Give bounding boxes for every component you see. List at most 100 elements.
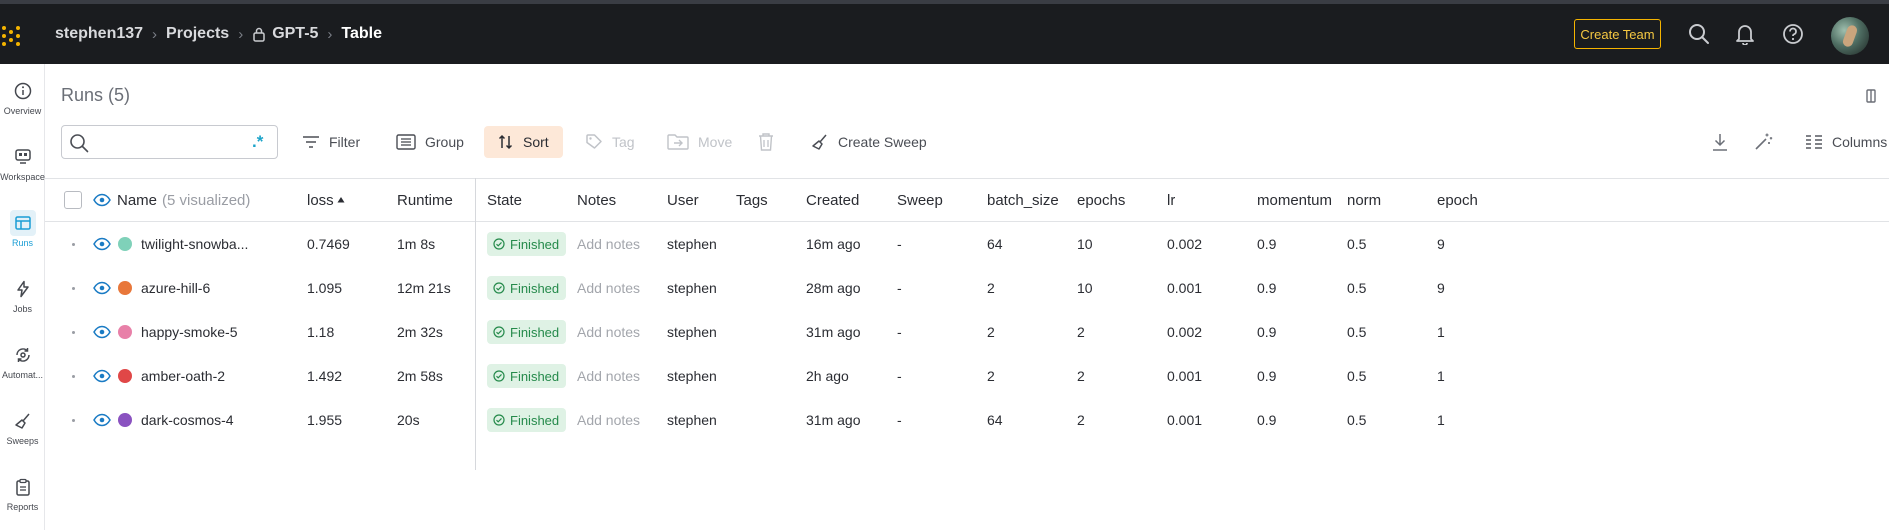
run-color-swatch[interactable] xyxy=(118,310,132,354)
cell-created: 16m ago xyxy=(806,236,861,252)
search-icon[interactable] xyxy=(1687,22,1711,46)
row-handle[interactable] xyxy=(72,331,75,334)
visibility-eye-icon[interactable] xyxy=(93,179,111,221)
column-header-created[interactable]: Created xyxy=(806,179,859,221)
table-row[interactable]: azure-hill-6 1.095 12m 21s Finished Add … xyxy=(45,266,1889,310)
delete-button[interactable] xyxy=(757,126,784,158)
row-handle[interactable] xyxy=(72,287,75,290)
table-row[interactable]: amber-oath-2 1.492 2m 58s Finished Add n… xyxy=(45,354,1889,398)
column-header-momentum[interactable]: momentum xyxy=(1257,179,1345,221)
column-header-name[interactable]: Name (5 visualized) xyxy=(117,179,250,221)
cell-user[interactable]: stephen xyxy=(667,310,716,354)
table-row[interactable]: happy-smoke-5 1.18 2m 32s Finished Add n… xyxy=(45,310,1889,354)
cell-lr: 0.001 xyxy=(1167,412,1203,428)
cell-loss: 1.955 xyxy=(307,412,343,428)
column-header-loss-label: loss xyxy=(307,191,334,209)
column-header-state[interactable]: State xyxy=(487,179,522,221)
visibility-eye-icon[interactable] xyxy=(93,354,111,398)
table-row[interactable]: twilight-snowba... 0.7469 1m 8s Finished… xyxy=(45,222,1889,266)
cell-momentum: 0.9 xyxy=(1257,236,1277,252)
run-name-link[interactable]: azure-hill-6 xyxy=(141,266,281,310)
create-team-button[interactable]: Create Team xyxy=(1574,19,1661,49)
column-header-user[interactable]: User xyxy=(667,179,699,221)
run-name-link[interactable]: amber-oath-2 xyxy=(141,354,281,398)
magic-wand-icon[interactable] xyxy=(1753,126,1773,158)
sidebar-item-runs[interactable]: Runs xyxy=(0,210,45,248)
sidebar-item-overview[interactable]: Overview xyxy=(0,78,45,116)
sidebar-item-label: Sweeps xyxy=(6,436,39,446)
row-handle[interactable] xyxy=(72,243,75,246)
sort-ascending-icon xyxy=(337,196,345,204)
cell-user[interactable]: stephen xyxy=(667,398,716,442)
column-header-epoch[interactable]: epoch xyxy=(1437,179,1478,221)
run-color-swatch[interactable] xyxy=(118,266,132,310)
cell-user[interactable]: stephen xyxy=(667,266,716,310)
cell-user[interactable]: stephen xyxy=(667,222,716,266)
broom-icon xyxy=(10,408,36,434)
column-header-notes[interactable]: Notes xyxy=(577,179,616,221)
sidebar-item-reports[interactable]: Reports xyxy=(0,474,45,512)
download-icon[interactable] xyxy=(1711,126,1729,158)
regex-toggle[interactable]: .* xyxy=(252,132,263,152)
breadcrumb-user[interactable]: stephen137 xyxy=(55,25,143,43)
column-header-runtime[interactable]: Runtime xyxy=(397,179,453,221)
filter-button[interactable]: Filter xyxy=(302,126,360,158)
sidebar-item-workspace[interactable]: Workspace xyxy=(0,144,45,182)
cell-epoch: 9 xyxy=(1437,236,1445,252)
group-button[interactable]: Group xyxy=(396,126,464,158)
cell-batch-size: 2 xyxy=(987,280,995,296)
select-all-checkbox[interactable] xyxy=(64,191,82,209)
cell-loss: 1.492 xyxy=(307,368,343,384)
table-row[interactable]: dark-cosmos-4 1.955 20s Finished Add not… xyxy=(45,398,1889,442)
run-name-link[interactable]: twilight-snowba... xyxy=(141,222,281,266)
breadcrumb-projects[interactable]: Projects xyxy=(166,25,229,43)
add-notes-field[interactable]: Add notes xyxy=(577,222,640,266)
run-color-swatch[interactable] xyxy=(118,354,132,398)
cell-runtime: 12m 21s xyxy=(397,280,451,296)
tag-button[interactable]: Tag xyxy=(585,126,635,158)
breadcrumb-project[interactable]: GPT-5 xyxy=(272,25,318,43)
run-name-link[interactable]: happy-smoke-5 xyxy=(141,310,281,354)
column-header-loss[interactable]: loss xyxy=(307,179,345,221)
wandb-logo-icon[interactable] xyxy=(0,24,28,48)
sidebar-item-sweeps[interactable]: Sweeps xyxy=(0,408,45,446)
sidebar-item-label: Jobs xyxy=(12,304,32,314)
status-badge: Finished xyxy=(487,276,567,300)
visibility-eye-icon[interactable] xyxy=(93,266,111,310)
cell-loss: 0.7469 xyxy=(307,236,350,252)
visibility-eye-icon[interactable] xyxy=(93,398,111,442)
column-header-norm[interactable]: norm xyxy=(1347,179,1381,221)
row-handle[interactable] xyxy=(72,419,75,422)
help-icon[interactable] xyxy=(1781,22,1805,46)
column-header-tags[interactable]: Tags xyxy=(736,179,768,221)
move-button[interactable]: Move xyxy=(667,126,732,158)
cell-created: 31m ago xyxy=(806,324,861,340)
search-input[interactable]: .* xyxy=(61,125,278,159)
column-header-lr[interactable]: lr xyxy=(1167,179,1175,221)
column-header-batch-size[interactable]: batch_size xyxy=(987,179,1059,221)
run-color-swatch[interactable] xyxy=(118,222,132,266)
add-notes-field[interactable]: Add notes xyxy=(577,310,640,354)
bell-icon[interactable] xyxy=(1733,22,1757,46)
visibility-eye-icon[interactable] xyxy=(93,222,111,266)
avatar[interactable] xyxy=(1831,17,1869,55)
cell-runtime: 2m 58s xyxy=(397,368,443,384)
add-notes-field[interactable]: Add notes xyxy=(577,266,640,310)
sort-button[interactable]: Sort xyxy=(484,126,563,158)
add-notes-field[interactable]: Add notes xyxy=(577,398,640,442)
row-handle[interactable] xyxy=(72,375,75,378)
run-color-swatch[interactable] xyxy=(118,398,132,442)
column-header-epochs[interactable]: epochs xyxy=(1077,179,1125,221)
add-notes-field[interactable]: Add notes xyxy=(577,354,640,398)
columns-button[interactable]: Columns xyxy=(1805,126,1887,158)
cell-user[interactable]: stephen xyxy=(667,354,716,398)
visibility-eye-icon[interactable] xyxy=(93,310,111,354)
sidebar-item-jobs[interactable]: Jobs xyxy=(0,276,45,314)
create-sweep-button[interactable]: Create Sweep xyxy=(811,126,927,158)
sidebar-item-automations[interactable]: Automat... xyxy=(0,342,45,380)
check-circle-icon xyxy=(493,414,505,426)
filter-label: Filter xyxy=(329,134,361,150)
panel-toggle-icon[interactable] xyxy=(1866,88,1878,109)
column-header-sweep[interactable]: Sweep xyxy=(897,179,943,221)
run-name-link[interactable]: dark-cosmos-4 xyxy=(141,398,281,442)
